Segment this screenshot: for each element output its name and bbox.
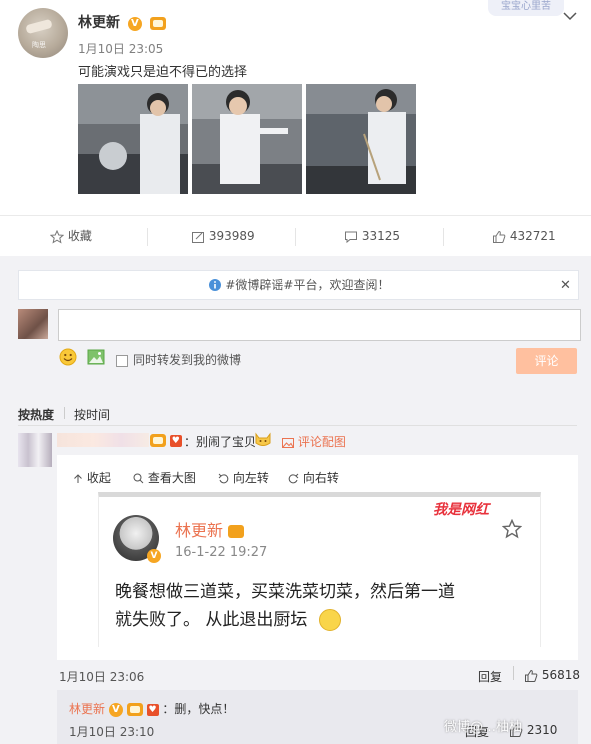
sort-hot-tab[interactable]: 按热度 bbox=[18, 406, 54, 423]
repost-icon bbox=[192, 231, 204, 243]
inner-avatar: V bbox=[113, 515, 161, 563]
comment-icon bbox=[345, 231, 357, 243]
like-count: 432721 bbox=[509, 229, 556, 243]
post-photo-2[interactable] bbox=[192, 84, 302, 194]
comment-input[interactable] bbox=[58, 309, 581, 341]
post-photo-3[interactable] bbox=[306, 84, 416, 194]
emoji-icon[interactable] bbox=[59, 348, 77, 369]
comment-time: 1月10日 23:06 bbox=[59, 670, 145, 684]
inner-author: 林更新 bbox=[175, 517, 245, 541]
repost-count: 393989 bbox=[208, 229, 255, 243]
corner-watermark-text: 微博@…柚柚 bbox=[444, 720, 523, 735]
repost-button[interactable]: 393989 bbox=[191, 216, 255, 256]
inner-text-line-2: 就失败了。 从此退出厨坛 bbox=[115, 605, 341, 631]
divider bbox=[18, 425, 577, 426]
verified-v-icon: V bbox=[127, 16, 142, 31]
image-upload-icon[interactable] bbox=[87, 348, 105, 369]
comment-reply-button[interactable]: 回复 bbox=[478, 668, 502, 685]
divider bbox=[513, 666, 514, 680]
close-icon[interactable]: ✕ bbox=[560, 278, 571, 293]
post-time[interactable]: 1月10日 23:05 bbox=[78, 40, 163, 57]
member-crown-icon bbox=[150, 434, 166, 447]
cat-emoji-icon bbox=[254, 430, 272, 451]
rotate-right-label: 向右转 bbox=[302, 471, 339, 485]
inner-crown-icon bbox=[228, 525, 245, 538]
watermark-text: 宝宝心里苦 bbox=[501, 1, 551, 12]
view-large-label: 查看大图 bbox=[147, 471, 196, 485]
rotate-left-icon bbox=[218, 473, 229, 484]
verified-v-icon: V bbox=[108, 702, 123, 717]
heart-badge-icon: ♥ bbox=[169, 434, 182, 447]
thumbs-up-icon bbox=[493, 230, 506, 243]
post-photo-1[interactable] bbox=[78, 84, 188, 194]
rotate-left-label: 向左转 bbox=[232, 471, 269, 485]
member-crown-icon bbox=[126, 703, 143, 716]
divider bbox=[443, 228, 444, 246]
submit-comment-button[interactable]: 评论 bbox=[516, 348, 577, 374]
author-line: 林更新 V bbox=[78, 12, 166, 32]
comment-like-button[interactable]: 56818 bbox=[524, 668, 580, 683]
sub-reply-text: ：删，快点！ bbox=[162, 702, 235, 716]
post-text: 可能演戏只是迫不得已的选择 bbox=[78, 65, 248, 80]
corner-watermark: 微博@…柚柚 bbox=[444, 716, 522, 735]
divider bbox=[147, 228, 148, 246]
sync-repost-checkbox[interactable] bbox=[116, 354, 128, 367]
collapse-label: 收起 bbox=[86, 471, 111, 485]
rotate-right-button[interactable]: 向右转 bbox=[288, 469, 339, 486]
comment-badges: ♥ bbox=[150, 433, 182, 447]
notice-bar: #微博辟谣#平台，欢迎查阅！ bbox=[18, 270, 579, 300]
comment-image[interactable]: 我是网红 V 林更新 16-1-22 19:27 晚餐想做三道菜，买菜洗菜切菜，… bbox=[98, 492, 541, 647]
sub-reply-time: 1月10日 23:10 bbox=[69, 725, 155, 739]
thumbs-up-icon bbox=[525, 669, 538, 682]
comment-image-label: 评论配图 bbox=[297, 435, 346, 449]
collapse-button[interactable]: 收起 bbox=[73, 469, 111, 486]
inner-date: 16-1-22 19:27 bbox=[175, 545, 268, 560]
star-icon bbox=[50, 229, 64, 244]
inner-text-line-1: 晚餐想做三道菜，买菜洗菜切菜，然后第一道 bbox=[115, 582, 455, 602]
inner-author-name: 林更新 bbox=[175, 521, 224, 540]
image-watermark: 我是网红 bbox=[433, 502, 489, 518]
comment-count: 33125 bbox=[361, 229, 401, 243]
author-avatar[interactable]: 陶思 bbox=[18, 8, 68, 58]
like-button[interactable]: 432721 bbox=[492, 216, 556, 256]
avatar-watermark: 陶思 bbox=[32, 41, 46, 49]
arrow-up-icon bbox=[74, 473, 82, 483]
rotate-right-icon bbox=[288, 473, 299, 484]
divider bbox=[295, 228, 296, 246]
inner-star-icon bbox=[501, 518, 523, 542]
view-comment-image-link[interactable]: 评论配图 bbox=[282, 433, 346, 450]
magnifier-icon bbox=[133, 473, 144, 484]
comment-like-count: 56818 bbox=[541, 668, 581, 682]
comment-button[interactable]: 33125 bbox=[344, 216, 400, 256]
comment-username-blurred[interactable] bbox=[57, 433, 149, 447]
heart-badge-icon: ♥ bbox=[146, 703, 159, 716]
inner-text-line-2-text: 就失败了。 从此退出厨坛 bbox=[115, 610, 308, 630]
view-large-button[interactable]: 查看大图 bbox=[133, 469, 196, 486]
author-name[interactable]: 林更新 bbox=[78, 15, 120, 31]
member-crown-icon bbox=[149, 17, 166, 30]
top-right-watermark: 宝宝心里苦 bbox=[488, 0, 564, 16]
sync-repost-label: 同时转发到我的微博 bbox=[133, 353, 242, 367]
thinking-emoji-icon bbox=[318, 609, 341, 631]
post-menu-chevron-icon[interactable] bbox=[563, 8, 577, 22]
notice-text[interactable]: #微博辟谣#平台，欢迎查阅！ bbox=[225, 278, 389, 292]
favorite-label: 收藏 bbox=[67, 229, 92, 243]
comment-text: ：别闹了宝贝 bbox=[184, 435, 257, 449]
sync-repost-option[interactable]: 同时转发到我的微博 bbox=[116, 351, 241, 368]
info-icon bbox=[208, 278, 221, 291]
divider bbox=[64, 407, 65, 419]
sort-time-tab[interactable]: 按时间 bbox=[74, 406, 110, 423]
commenter-avatar[interactable] bbox=[18, 309, 48, 339]
favorite-button[interactable]: 收藏 bbox=[50, 216, 92, 256]
image-icon bbox=[282, 437, 294, 448]
verified-v-icon: V bbox=[147, 549, 161, 563]
post-action-bar: 收藏 393989 33125 432721 bbox=[0, 215, 591, 256]
sub-reply-line: 林更新 V ♥ ：删，快点！ bbox=[69, 700, 234, 717]
comment-avatar[interactable] bbox=[18, 433, 52, 467]
sub-reply-author[interactable]: 林更新 bbox=[69, 702, 105, 716]
rotate-left-button[interactable]: 向左转 bbox=[218, 469, 269, 486]
sub-reply-like-count: 2310 bbox=[526, 723, 558, 737]
